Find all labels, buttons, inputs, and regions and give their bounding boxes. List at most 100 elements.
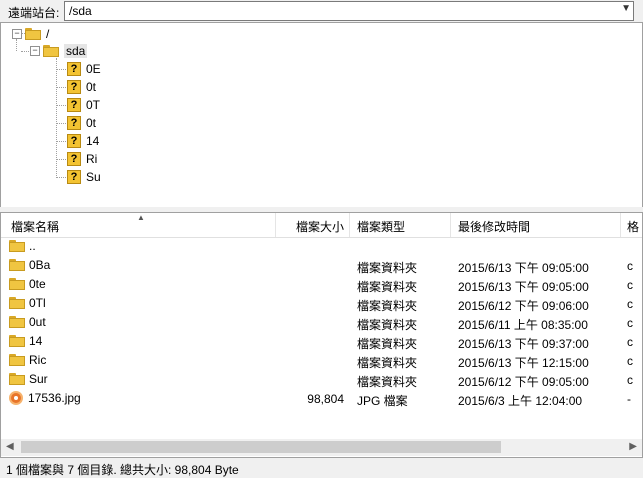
tree-node-leaf[interactable]: ? 0t xyxy=(67,114,96,132)
tree-node-label: sda xyxy=(64,44,88,58)
dropdown-chevron-icon[interactable]: ▼ xyxy=(621,3,631,14)
remote-file-list[interactable]: ▲ 檔案名稱 檔案大小 檔案類型 最後修改時間 格 .. 0Ba 檔案資料夾 2… xyxy=(0,212,643,458)
scrollbar-thumb[interactable] xyxy=(21,441,501,453)
file-modified: 2015/6/13 下午 12:15:00 xyxy=(458,356,589,370)
tree-node-label: 14 xyxy=(86,134,100,148)
folder-icon xyxy=(9,240,25,252)
tree-node-label: Su xyxy=(86,170,101,184)
tree-node-label: 0E xyxy=(86,62,101,76)
file-type: 檔案資料夾 xyxy=(357,280,418,294)
folder-icon xyxy=(9,278,25,290)
scroll-left-icon[interactable]: ◀ xyxy=(6,441,14,452)
column-header-modified[interactable]: 最後修改時間 xyxy=(458,218,530,235)
file-name-cell: 0te xyxy=(9,277,46,291)
tree-connector xyxy=(57,159,66,160)
file-name: 14 xyxy=(29,334,43,348)
folder-icon xyxy=(43,45,59,57)
tree-connector xyxy=(57,141,66,142)
unknown-folder-icon: ? xyxy=(67,170,81,184)
file-name: 0Tl xyxy=(29,296,46,310)
collapse-icon[interactable]: − xyxy=(12,29,22,39)
file-modified: 2015/6/13 下午 09:37:00 xyxy=(458,337,589,351)
tree-node-leaf[interactable]: ? Ri xyxy=(67,150,97,168)
remote-site-bar: 遠端站台: /sda ▼ xyxy=(0,0,643,22)
scroll-right-icon[interactable]: ▶ xyxy=(629,441,637,452)
folder-icon xyxy=(9,335,25,347)
remote-path-combobox[interactable]: /sda ▼ xyxy=(64,1,634,21)
file-name-cell: Ric xyxy=(9,353,46,367)
column-divider[interactable] xyxy=(620,213,621,237)
file-extra: c xyxy=(627,335,633,349)
folder-icon xyxy=(9,354,25,366)
column-header-size[interactable]: 檔案大小 xyxy=(296,218,344,235)
column-divider[interactable] xyxy=(275,213,276,237)
column-divider[interactable] xyxy=(450,213,451,237)
remote-site-label: 遠端站台: xyxy=(8,6,60,20)
file-name-cell: Sur xyxy=(9,372,48,386)
jpg-file-icon xyxy=(9,391,23,405)
file-size: 98,804 xyxy=(307,392,344,406)
file-modified: 2015/6/12 下午 09:06:00 xyxy=(458,299,589,313)
file-row[interactable]: .. xyxy=(1,237,642,256)
folder-icon xyxy=(9,297,25,309)
file-name-cell: 17536.jpg xyxy=(9,391,81,405)
file-row[interactable]: 0Ba 檔案資料夾 2015/6/13 下午 09:05:00 c xyxy=(1,256,642,275)
tree-node-label: Ri xyxy=(86,152,98,166)
file-row[interactable]: 0Tl 檔案資料夾 2015/6/12 下午 09:06:00 c xyxy=(1,294,642,313)
file-row[interactable]: Sur 檔案資料夾 2015/6/12 下午 09:05:00 c xyxy=(1,370,642,389)
file-row[interactable]: 0ut 檔案資料夾 2015/6/11 上午 08:35:00 c xyxy=(1,313,642,332)
file-name-cell: 14 xyxy=(9,334,42,348)
tree-node-leaf[interactable]: ? 14 xyxy=(67,132,99,150)
file-row[interactable]: 17536.jpg 98,804 JPG 檔案 2015/6/3 上午 12:0… xyxy=(1,389,642,408)
file-name-cell: 0Tl xyxy=(9,296,46,310)
file-type: 檔案資料夾 xyxy=(357,299,418,313)
column-header-more[interactable]: 格 xyxy=(627,218,639,235)
file-row[interactable]: 14 檔案資料夾 2015/6/13 下午 09:37:00 c xyxy=(1,332,642,351)
unknown-folder-icon: ? xyxy=(67,134,81,148)
file-modified: 2015/6/3 上午 12:04:00 xyxy=(458,394,583,408)
folder-icon xyxy=(9,259,25,271)
file-name: 17536.jpg xyxy=(28,391,81,405)
tree-node-sda[interactable]: − sda xyxy=(30,42,88,60)
remote-directory-tree[interactable]: − / − sda ? 0E ? 0t ? 0T ? 0t ? 14 ? Ri … xyxy=(0,22,643,208)
tree-node-label: 0T xyxy=(86,98,101,112)
file-row[interactable]: Ric 檔案資料夾 2015/6/13 下午 12:15:00 c xyxy=(1,351,642,370)
file-type: 檔案資料夾 xyxy=(357,261,418,275)
unknown-folder-icon: ? xyxy=(67,116,81,130)
column-header-type[interactable]: 檔案類型 xyxy=(357,218,405,235)
file-modified: 2015/6/13 下午 09:05:00 xyxy=(458,280,589,294)
unknown-folder-icon: ? xyxy=(67,152,81,166)
remote-path-value[interactable]: /sda xyxy=(69,4,92,18)
tree-node-leaf[interactable]: ? Su xyxy=(67,168,101,186)
horizontal-scrollbar[interactable]: ◀ ▶ xyxy=(1,439,642,456)
file-name: 0te xyxy=(29,277,46,291)
tree-node-leaf[interactable]: ? 0E xyxy=(67,60,101,78)
folder-icon xyxy=(9,316,25,328)
file-row[interactable]: 0te 檔案資料夾 2015/6/13 下午 09:05:00 c xyxy=(1,275,642,294)
tree-node-root[interactable]: − / xyxy=(12,25,49,43)
tree-connector xyxy=(57,123,66,124)
file-type: JPG 檔案 xyxy=(357,394,408,408)
tree-node-label: 0t xyxy=(86,116,97,130)
tree-node-leaf[interactable]: ? 0T xyxy=(67,96,100,114)
unknown-folder-icon: ? xyxy=(67,80,81,94)
tree-connector xyxy=(57,105,66,106)
file-extra: - xyxy=(627,392,631,406)
file-name-cell: .. xyxy=(9,239,36,253)
file-type: 檔案資料夾 xyxy=(357,375,418,389)
column-divider[interactable] xyxy=(349,213,350,237)
tree-connector xyxy=(57,87,66,88)
file-modified: 2015/6/11 上午 08:35:00 xyxy=(458,318,588,332)
file-extra: c xyxy=(627,373,633,387)
folder-icon xyxy=(25,28,41,40)
unknown-folder-icon: ? xyxy=(67,98,81,112)
column-header-name[interactable]: 檔案名稱 xyxy=(11,218,59,235)
tree-connector xyxy=(56,58,57,178)
file-extra: c xyxy=(627,278,633,292)
collapse-icon[interactable]: − xyxy=(30,46,40,56)
tree-node-leaf[interactable]: ? 0t xyxy=(67,78,96,96)
file-name-cell: 0Ba xyxy=(9,258,50,272)
file-type: 檔案資料夾 xyxy=(357,356,418,370)
file-extra: c xyxy=(627,259,633,273)
file-list-header: ▲ 檔案名稱 檔案大小 檔案類型 最後修改時間 格 xyxy=(1,213,642,238)
